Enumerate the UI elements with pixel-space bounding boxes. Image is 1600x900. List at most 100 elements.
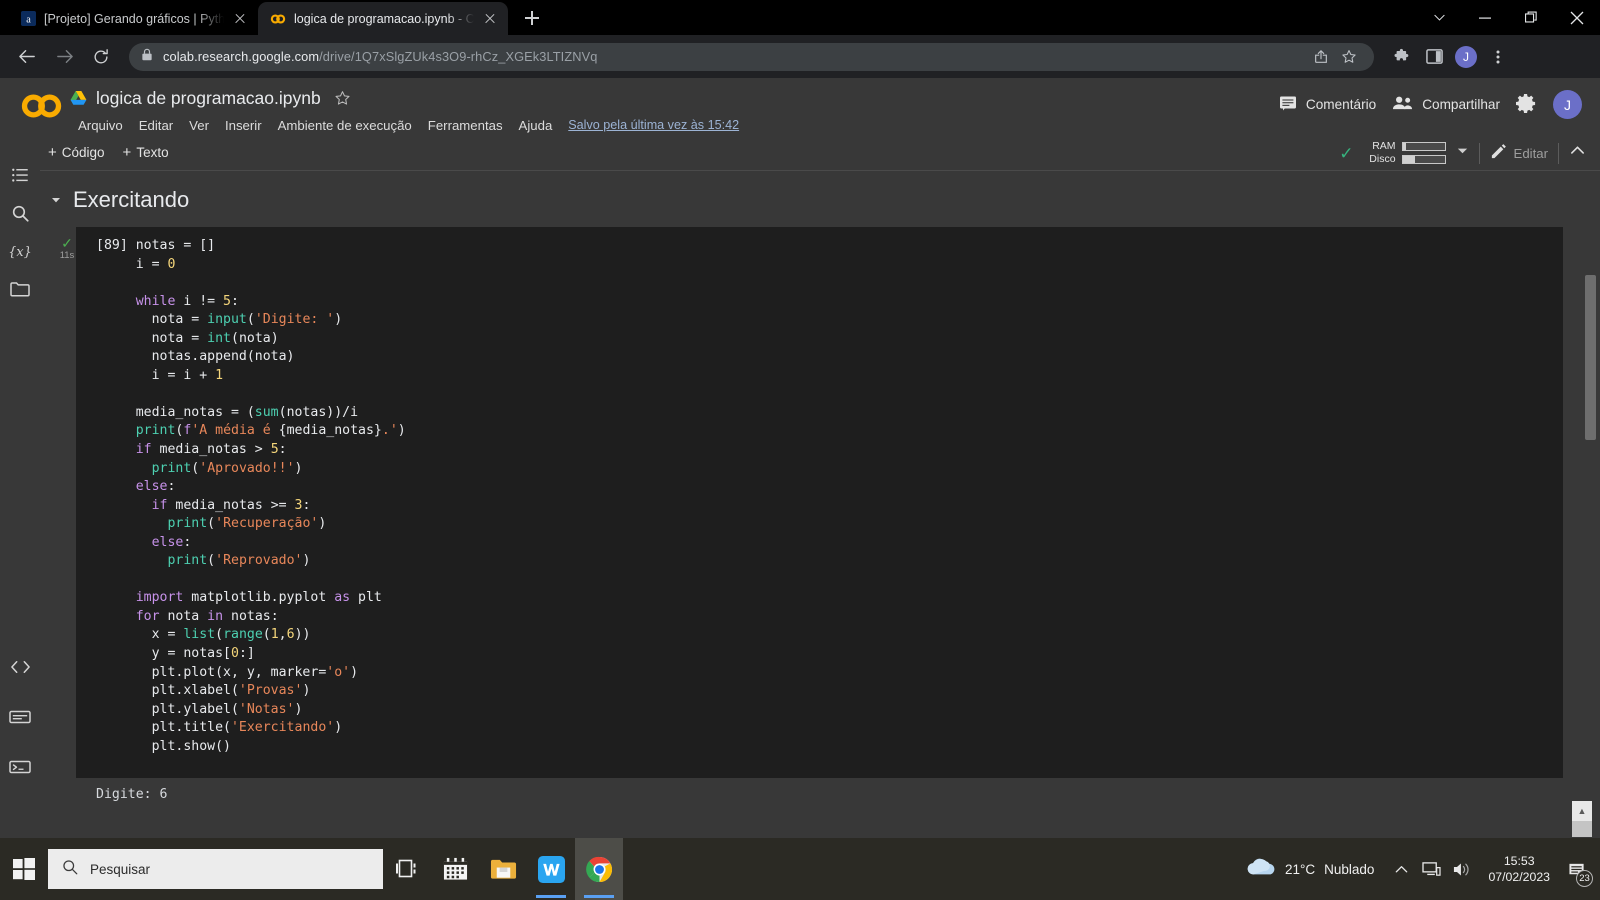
menu-arquivo[interactable]: Arquivo — [70, 116, 131, 135]
chevron-down-icon[interactable] — [1416, 0, 1462, 35]
weather-condition: Nublado — [1324, 861, 1375, 877]
chevron-down-icon[interactable] — [49, 193, 63, 207]
colab-app: logica de programacao.ipynb Arquivo Edit… — [0, 78, 1600, 838]
maximize-icon[interactable] — [1508, 0, 1554, 35]
drive-icon — [70, 90, 87, 107]
menu-ajuda[interactable]: Ajuda — [511, 116, 561, 135]
alura-icon: a — [20, 11, 36, 27]
reload-icon[interactable] — [84, 40, 118, 74]
toolbar-right-actions: J — [1388, 43, 1512, 71]
forward-icon[interactable] — [47, 40, 81, 74]
colab-header: logica de programacao.ipynb Arquivo Edit… — [0, 78, 1600, 134]
file-explorer-icon[interactable] — [479, 838, 527, 900]
notification-center-button[interactable]: 23 — [1562, 849, 1593, 889]
browser-tab-colab[interactable]: logica de programacao.ipynb - C — [258, 2, 508, 35]
side-panel-icon[interactable] — [1420, 43, 1448, 71]
address-bar[interactable]: colab.research.google.com/drive/1Q7xSlgZ… — [129, 42, 1374, 71]
add-code-label: Código — [61, 144, 105, 160]
close-icon[interactable] — [482, 11, 498, 27]
close-icon[interactable] — [1554, 0, 1600, 35]
search-icon — [62, 859, 78, 880]
new-tab-button[interactable] — [518, 4, 546, 32]
wps-writer-icon[interactable] — [527, 838, 575, 900]
chrome-icon[interactable] — [575, 838, 623, 900]
notebook-scrollbar-thumb[interactable] — [1585, 275, 1596, 440]
gear-icon — [1516, 93, 1537, 117]
resource-meters[interactable]: RAM Disco — [1364, 141, 1446, 165]
plus-icon: + — [122, 143, 132, 161]
files-icon[interactable] — [2, 270, 38, 308]
add-text-button[interactable]: + Texto — [123, 144, 169, 161]
star-icon[interactable] — [334, 90, 352, 108]
terminal-icon[interactable] — [2, 748, 38, 786]
scroll-up-arrow-icon[interactable]: ▲ — [1572, 807, 1592, 816]
calendar-icon[interactable] — [431, 838, 479, 900]
output-scrollbar[interactable]: ▲ — [1572, 801, 1592, 837]
scrollbar-thumb[interactable] — [1572, 821, 1592, 837]
clock-date: 07/02/2023 — [1488, 870, 1550, 884]
cell-output: Digite: 6 — [76, 778, 1600, 802]
chevron-up-icon[interactable] — [1569, 142, 1586, 164]
menu-editar[interactable]: Editar — [131, 116, 181, 135]
task-view-icon[interactable] — [383, 838, 431, 900]
notebook-title-block: logica de programacao.ipynb Arquivo Edit… — [70, 78, 739, 137]
taskbar-clock[interactable]: 15:53 07/02/2023 — [1476, 853, 1562, 885]
edit-button[interactable]: Editar — [1490, 143, 1548, 163]
show-hidden-icons-chevron-up-icon[interactable] — [1386, 849, 1416, 889]
code-cell: ✓ 11s [89] notas = [] i = 0 while i != 5… — [58, 227, 1563, 779]
bookmark-star-icon[interactable] — [1336, 44, 1362, 70]
menu-ambiente-de-execucao[interactable]: Ambiente de execução — [270, 116, 420, 135]
url-text: colab.research.google.com/drive/1Q7xSlgZ… — [163, 49, 597, 64]
section-title: Exercitando — [73, 187, 190, 212]
minimize-icon[interactable] — [1462, 0, 1508, 35]
weather-temp: 21°C — [1284, 861, 1316, 877]
extensions-puzzle-icon[interactable] — [1388, 43, 1416, 71]
lock-icon — [141, 48, 153, 66]
command-palette-icon[interactable] — [2, 698, 38, 736]
avatar[interactable]: J — [1553, 90, 1582, 119]
colab-icon — [270, 11, 286, 27]
save-status[interactable]: Salvo pela última vez às 15:42 — [568, 118, 739, 132]
share-button[interactable]: Compartilhar — [1392, 95, 1500, 114]
colab-header-actions: Comentário Compartilhar J — [1279, 90, 1582, 119]
cell-status-gutter[interactable]: ✓ 11s — [58, 236, 76, 261]
volume-icon[interactable] — [1446, 849, 1476, 889]
menu-ver[interactable]: Ver — [181, 116, 217, 135]
colab-sidebar-bottom — [0, 648, 40, 786]
weather-widget[interactable]: 21°C Nublado — [1234, 857, 1386, 882]
start-button-icon[interactable] — [0, 838, 48, 900]
menu-ferramentas[interactable]: Ferramentas — [420, 116, 511, 135]
share-icon[interactable] — [1308, 44, 1334, 70]
back-icon[interactable] — [10, 40, 44, 74]
code-snippets-icon[interactable] — [2, 648, 38, 686]
divider — [1478, 142, 1480, 164]
window-controls — [1416, 0, 1600, 35]
comment-label: Comentário — [1305, 97, 1377, 112]
system-tray: 21°C Nublado 15:53 07/02/2023 23 — [1234, 849, 1600, 889]
clock-time: 15:53 — [1503, 854, 1535, 868]
page-title[interactable]: logica de programacao.ipynb — [96, 88, 321, 109]
add-code-button[interactable]: + Código — [48, 144, 105, 161]
network-icon[interactable] — [1416, 849, 1446, 889]
connected-check-icon: ✓ — [1339, 143, 1354, 163]
settings-button[interactable] — [1516, 93, 1537, 117]
plus-icon: + — [48, 143, 57, 161]
disk-meter-row: Disco — [1364, 154, 1446, 165]
comment-button[interactable]: Comentário — [1279, 94, 1376, 115]
taskbar-search-box[interactable]: Pesquisar — [48, 849, 383, 889]
section-header[interactable]: Exercitando — [40, 171, 1600, 227]
colab-logo-icon[interactable] — [14, 78, 70, 134]
browser-window: a [Projeto] Gerando gráficos | Pyth logi… — [0, 0, 1600, 838]
variables-icon[interactable]: {x} — [2, 232, 38, 270]
colab-sidebar: {x} — [0, 134, 40, 838]
profile-avatar[interactable]: J — [1452, 43, 1480, 71]
browser-tab-alura[interactable]: a [Projeto] Gerando gráficos | Pyth — [8, 2, 258, 35]
tab-title: logica de programacao.ipynb - C — [294, 11, 474, 26]
code-editor[interactable]: [89] notas = [] i = 0 while i != 5: nota… — [76, 227, 1563, 779]
chevron-down-icon[interactable] — [1456, 144, 1469, 162]
menu-inserir[interactable]: Inserir — [217, 116, 270, 135]
close-icon[interactable] — [232, 11, 248, 27]
chrome-menu-icon[interactable] — [1484, 43, 1512, 71]
search-icon[interactable] — [2, 194, 38, 232]
table-of-contents-icon[interactable] — [2, 156, 38, 194]
